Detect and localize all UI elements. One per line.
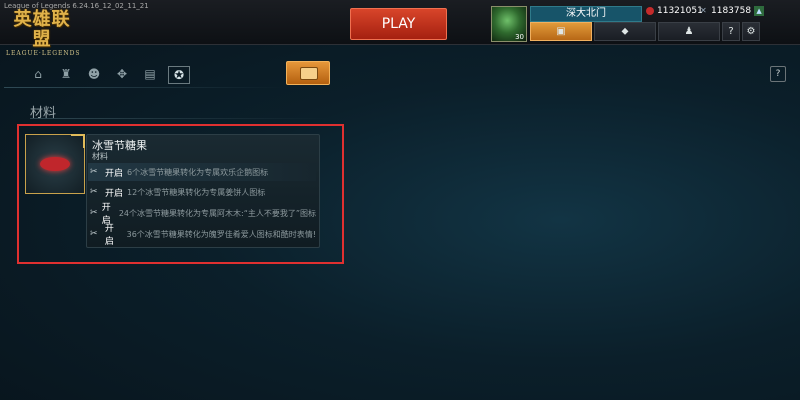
option-description: 6个冰雪节糖果转化为专属欢乐企鹅图标 — [127, 167, 269, 177]
option-description: 12个冰雪节糖果转化为专属姜饼人图标 — [127, 187, 266, 197]
skin-icon[interactable]: ☻ — [84, 66, 104, 82]
item-type: 材料 — [92, 152, 108, 161]
ip-value: 1183758 — [711, 6, 752, 16]
section-divider — [30, 118, 330, 119]
open-button[interactable]: 开启 — [105, 186, 123, 199]
rp-icon — [646, 7, 654, 15]
boost-icon: ▲ — [754, 6, 765, 16]
open-option-3[interactable]: ✂ 开启 24个冰雪节糖果转化为专属阿木木:“主人不要我了”图标 — [88, 203, 316, 226]
option-description: 36个冰雪节糖果转化为魄罗佳肴爱人图标和酷时表情! — [126, 229, 316, 239]
open-option-4[interactable]: ✂ 开启 36个冰雪节糖果转化为魄罗佳肴爱人图标和酷时表情! — [88, 224, 316, 247]
open-option-1[interactable]: ✂ 开启 6个冰雪节糖果转化为专属欢乐企鹅图标 — [88, 163, 316, 181]
craft-icon: ✂ — [90, 167, 98, 177]
help-icon[interactable]: ? — [722, 22, 740, 41]
logo-main-text: 英雄联盟 — [13, 9, 71, 50]
logo-sub-text: LEAGUE·LEGENDS — [6, 50, 81, 57]
option-description: 24个冰雪节糖果转化为专属阿木木:“主人不要我了”图标 — [118, 208, 316, 218]
craft-icon: ✂ — [90, 208, 98, 218]
play-button[interactable]: PLAY — [350, 8, 447, 40]
craft-icon: ✂ — [90, 187, 98, 197]
sub-nav-icons: ⌂ ♜ ☻ ✥ ▤ ✪ — [28, 66, 190, 84]
ip-balance[interactable]: ✕ 1183758 ▲ — [700, 6, 765, 16]
ip-icon: ✕ — [700, 6, 707, 15]
champion-icon[interactable]: ♜ — [56, 66, 76, 82]
settings-icon[interactable]: ⚙ — [742, 22, 760, 41]
loot-chest-button[interactable] — [286, 61, 330, 85]
top-nav: ▣ ⬥ ♟ ? ⚙ — [530, 22, 760, 41]
chest-icon[interactable]: ▣ — [530, 22, 592, 41]
candy-icon — [40, 157, 70, 171]
profile-card-icon[interactable]: ▤ — [140, 66, 160, 82]
summoner-avatar[interactable]: 30 — [491, 6, 527, 42]
help-icon[interactable]: ? — [770, 66, 786, 82]
profile-icon[interactable]: ♟ — [658, 22, 720, 41]
rp-value: 11321051 — [657, 6, 703, 16]
crafting-icon[interactable]: ✪ — [168, 66, 190, 84]
rp-balance[interactable]: 11321051 — [646, 6, 703, 16]
open-option-2[interactable]: ✂ 开启 12个冰雪节糖果转化为专属姜饼人图标 — [88, 183, 316, 201]
item-thumbnail[interactable] — [25, 134, 85, 194]
summoner-level: 30 — [515, 33, 524, 41]
ward-icon[interactable]: ✥ — [112, 66, 132, 82]
craft-icon: ✂ — [90, 229, 98, 239]
summoner-name[interactable]: 深大北门 — [530, 6, 642, 22]
open-button[interactable]: 开启 — [105, 221, 123, 247]
open-button[interactable]: 开启 — [105, 166, 123, 179]
loot-icon[interactable]: ⬥ — [594, 22, 656, 41]
home-icon[interactable]: ⌂ — [28, 66, 48, 82]
chest-icon — [300, 67, 318, 80]
game-logo: 英雄联盟 LEAGUE·LEGENDS — [6, 10, 80, 58]
